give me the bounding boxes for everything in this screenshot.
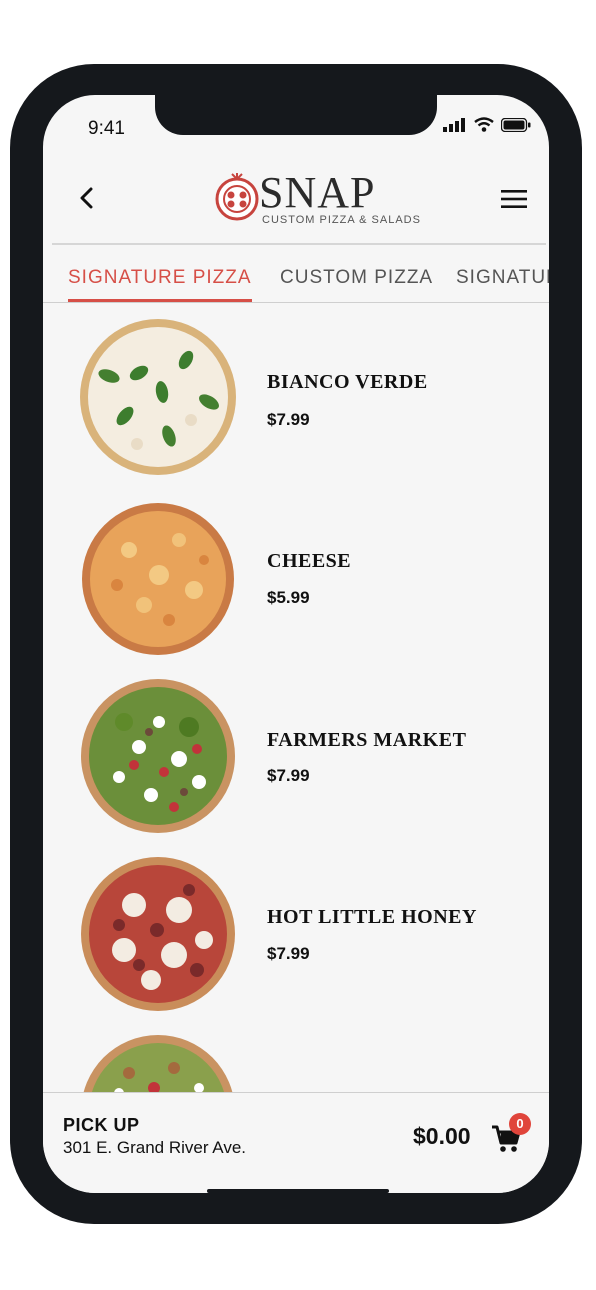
menu-list: BIANCO VERDE $7.99 CHEESE $5.99 FARMERS …: [43, 303, 549, 1093]
tomato-icon: [215, 173, 259, 221]
menu-item-bianco-verde[interactable]: BIANCO VERDE $7.99: [43, 318, 549, 496]
status-icons: [443, 117, 531, 132]
pizza-image: [83, 1035, 233, 1093]
pickup-address[interactable]: 301 E. Grand River Ave.: [63, 1138, 246, 1158]
cart-count-badge: 0: [509, 1113, 531, 1135]
status-time: 9:41: [88, 118, 125, 139]
item-name: CHEESE: [267, 550, 352, 572]
logo-text: SNAP: [259, 168, 376, 217]
battery-icon: [501, 117, 531, 132]
order-footer: PICK UP 301 E. Grand River Ave. $0.00 0: [43, 1093, 549, 1193]
app-screen: 9:41 SNAP CUSTOM PIZZA & SALADS SIGNATUR…: [43, 95, 549, 1193]
item-price: $7.99: [267, 410, 310, 429]
item-price: $5.99: [267, 588, 310, 607]
cart-total: $0.00: [413, 1123, 471, 1149]
hamburger-menu-icon[interactable]: [501, 189, 527, 209]
pizza-image: [81, 857, 235, 1011]
menu-item-partial[interactable]: [43, 1030, 549, 1093]
home-indicator[interactable]: [207, 1189, 389, 1193]
wifi-icon: [474, 117, 494, 132]
item-name: BIANCO VERDE: [267, 371, 428, 393]
pizza-image: [81, 679, 235, 833]
tab-custom-pizza[interactable]: CUSTOM PIZZA: [280, 267, 433, 289]
signal-icon: [443, 117, 465, 132]
category-tabs: SIGNATURE PIZZA CUSTOM PIZZA SIGNATURE: [43, 245, 549, 302]
item-name: FARMERS MARKET: [267, 729, 467, 751]
notch: [155, 95, 437, 135]
menu-item-farmers-market[interactable]: FARMERS MARKET $7.99: [43, 674, 549, 852]
tab-signature[interactable]: SIGNATURE: [456, 267, 549, 289]
item-price: $7.99: [267, 766, 310, 785]
pizza-image: [80, 319, 236, 475]
back-button[interactable]: [79, 187, 95, 209]
logo-subtitle: CUSTOM PIZZA & SALADS: [262, 214, 421, 226]
item-name: HOT LITTLE HONEY: [267, 906, 477, 928]
pizza-image: [82, 503, 234, 655]
item-price: $7.99: [267, 944, 310, 963]
menu-item-hot-little-honey[interactable]: HOT LITTLE HONEY $7.99: [43, 852, 549, 1030]
pickup-title[interactable]: PICK UP: [63, 1115, 140, 1136]
menu-item-cheese[interactable]: CHEESE $5.99: [43, 496, 549, 674]
snap-logo: SNAP CUSTOM PIZZA & SALADS: [211, 168, 420, 229]
tab-signature-pizza[interactable]: SIGNATURE PIZZA: [68, 267, 252, 289]
